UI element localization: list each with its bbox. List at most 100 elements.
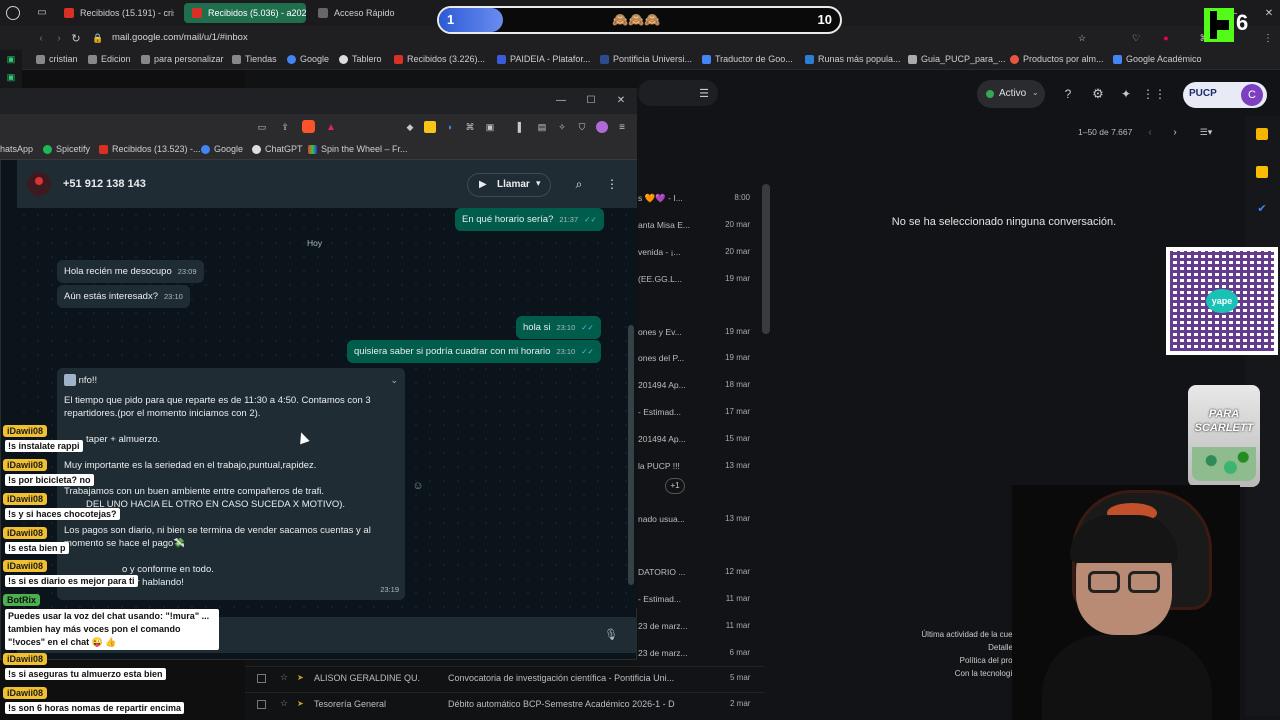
next-page-icon[interactable]: › — [1170, 126, 1180, 138]
message-bubble-out[interactable]: En qué horario sería? 21:37 ✓✓ — [455, 208, 604, 231]
chevron-down-icon[interactable]: ⌄ — [390, 374, 398, 387]
split-view-icon[interactable]: ☰▾ — [1196, 126, 1216, 138]
extension-icon[interactable]: ◗ — [444, 121, 456, 133]
status-toggle[interactable]: Activo ⌄ — [977, 80, 1045, 108]
bookmark-item[interactable]: hatsApp — [0, 144, 33, 154]
bookmark-item[interactable]: PAIDEIA - Platafor... — [497, 54, 590, 64]
message-bubble-out[interactable]: quisiera saber si podría cuadrar con mi … — [347, 340, 601, 363]
bookmark-item[interactable]: Traductor de Goo... — [702, 54, 793, 64]
forward-icon[interactable]: › — [54, 32, 64, 44]
long-message-bubble[interactable]: nfo!! ⌄ El tiempo que pido para que repa… — [57, 368, 405, 600]
bookmark-item[interactable]: para personalizar — [141, 54, 224, 64]
table-row[interactable]: nado usua... 13 mar — [638, 511, 760, 531]
minimize-icon[interactable]: — — [555, 94, 567, 106]
emoji-react-icon[interactable]: ☺ — [412, 480, 424, 492]
sidebar-icon[interactable]: ▌ — [515, 121, 527, 133]
brave-shield-icon[interactable] — [302, 120, 315, 133]
table-row[interactable]: DATORIO ... 12 mar — [638, 564, 760, 584]
menu-icon[interactable]: ≡ — [616, 121, 628, 133]
whatsapp-icon[interactable]: ▣ — [5, 72, 17, 82]
footer-policy-link[interactable]: Política del prog — [905, 654, 1017, 667]
brave-rewards-icon[interactable]: ▲ — [325, 121, 337, 133]
checkbox[interactable] — [257, 674, 266, 683]
table-row[interactable]: ☆ ➤ ALISON GERALDINE QU. Convocatoria de… — [245, 666, 765, 690]
more-chip[interactable]: +1 — [665, 478, 685, 494]
apps-grid-icon[interactable]: ⋮⋮ — [1142, 86, 1166, 102]
bookmark-item[interactable]: Google — [201, 144, 243, 154]
calendar-icon[interactable] — [1256, 128, 1268, 140]
browser-logo-icon[interactable] — [6, 6, 20, 20]
bookmark-item[interactable]: Guia_PUCP_para_... — [908, 54, 1006, 64]
contact-name[interactable]: +51 912 138 143 — [63, 178, 146, 190]
site-info-icon[interactable]: 🔒 — [92, 32, 103, 44]
footer-details-link[interactable]: Detalles — [905, 641, 1017, 654]
search-icon[interactable]: ⌕ — [572, 177, 586, 191]
menu-dots-icon[interactable]: ⋮ — [1262, 32, 1274, 44]
bookmark-item[interactable]: Google — [287, 54, 329, 64]
extension-icon[interactable]: ◆ — [404, 121, 416, 133]
leo-icon[interactable]: ✧ — [556, 121, 568, 133]
table-row[interactable]: la PUCP !!! 13 mar — [638, 458, 760, 478]
table-row[interactable]: 201494 Ap... 15 mar — [638, 431, 760, 451]
wallet-icon[interactable]: ▤ — [536, 121, 548, 133]
checkbox[interactable] — [257, 700, 266, 709]
star-icon[interactable]: ☆ — [280, 672, 288, 683]
table-row[interactable]: ones y Ev... 19 mar — [638, 324, 760, 344]
screenshot-icon[interactable]: ▭ — [256, 121, 268, 133]
favorite-icon[interactable]: ♡ — [1130, 32, 1142, 44]
bookmark-item[interactable]: Google Académico — [1113, 54, 1202, 64]
table-row[interactable]: venida - ¡... 20 mar — [638, 244, 760, 264]
bookmark-icon[interactable]: ☆ — [1076, 32, 1088, 44]
table-row[interactable]: - Estimad... 17 mar — [638, 404, 760, 424]
search-options-icon[interactable]: ☰ — [697, 86, 711, 100]
table-row[interactable]: anta Misa E... 20 mar — [638, 217, 760, 237]
contact-avatar[interactable] — [27, 172, 51, 196]
bookmark-item[interactable]: Productos por alm... — [1010, 54, 1104, 64]
help-icon[interactable]: ? — [1060, 86, 1076, 102]
message-bubble-in[interactable]: Hola recién me desocupo 23:09 — [57, 260, 204, 283]
tab-acceso-rapido[interactable]: Acceso Rápido — [310, 3, 410, 23]
bookmark-item[interactable]: ChatGPT — [252, 144, 303, 154]
table-row[interactable]: s 🧡💜 - I... 8:00 — [638, 190, 760, 210]
tab-grid-icon[interactable]: ▭ — [36, 6, 48, 18]
table-row[interactable]: 23 de marz... 6 mar — [638, 645, 760, 665]
message-bubble-in[interactable]: Aún estás interesadx? 23:10 — [57, 285, 190, 308]
url-text[interactable]: mail.google.com/mail/u/1/#inbox — [112, 32, 248, 43]
reload-icon[interactable]: ↻ — [70, 32, 82, 45]
list-scrollbar[interactable] — [762, 184, 770, 334]
tab-gmail-2-active[interactable]: Recibidos (5.036) - a2020 — [184, 3, 306, 23]
keep-icon[interactable] — [1256, 166, 1268, 178]
close-window-icon[interactable]: ✕ — [1262, 6, 1276, 20]
chat-scrollbar[interactable] — [628, 325, 634, 585]
more-options-icon[interactable]: ⋮ — [605, 177, 619, 191]
extension-icon[interactable]: ▣ — [484, 121, 496, 133]
microphone-icon[interactable]: 🎙 — [604, 627, 618, 641]
table-row[interactable]: 23 de marz... 11 mar — [638, 618, 760, 638]
tab-gmail-1[interactable]: Recibidos (15.191) - cristia — [56, 3, 174, 23]
bookmark-item[interactable]: Pontificia Universi... — [600, 54, 692, 64]
table-row[interactable]: (EE.GG.L... 19 mar — [638, 271, 760, 291]
table-row[interactable]: 201494 Ap... 18 mar — [638, 377, 760, 397]
extensions-puzzle-icon[interactable]: ⌘ — [464, 121, 476, 133]
call-button[interactable]: ▶ Llamar ▾ — [467, 173, 551, 197]
profile-icon[interactable] — [596, 121, 608, 133]
bookmark-item[interactable]: Tiendas — [232, 54, 277, 64]
star-icon[interactable]: ☆ — [280, 698, 288, 709]
bookmark-item[interactable]: cristian — [36, 54, 78, 64]
sidebar-app-icon[interactable]: ▣ — [5, 54, 17, 64]
vpn-icon[interactable]: ⛉ — [576, 121, 588, 133]
bookmark-item[interactable]: Edicion — [88, 54, 131, 64]
bookmark-item[interactable]: Spicetify — [43, 144, 90, 154]
maximize-icon[interactable]: ☐ — [585, 94, 597, 106]
prev-page-icon[interactable]: ‹ — [1145, 126, 1155, 138]
bookmark-item[interactable]: Spin the Wheel – Fr... — [308, 144, 408, 154]
extension-icon[interactable] — [424, 121, 436, 133]
bookmark-item[interactable]: Tablero — [339, 54, 382, 64]
bookmark-item[interactable]: Runas más popula... — [805, 54, 901, 64]
important-icon[interactable]: ➤ — [297, 673, 304, 682]
bookmark-item[interactable]: Recibidos (13.523) -... — [99, 144, 201, 154]
share-icon[interactable]: ⇪ — [279, 121, 291, 133]
settings-gear-icon[interactable]: ⚙ — [1090, 86, 1106, 102]
table-row[interactable]: ☆ ➤ Tesorería General Débito automático … — [245, 692, 765, 716]
important-icon[interactable]: ➤ — [297, 699, 304, 708]
